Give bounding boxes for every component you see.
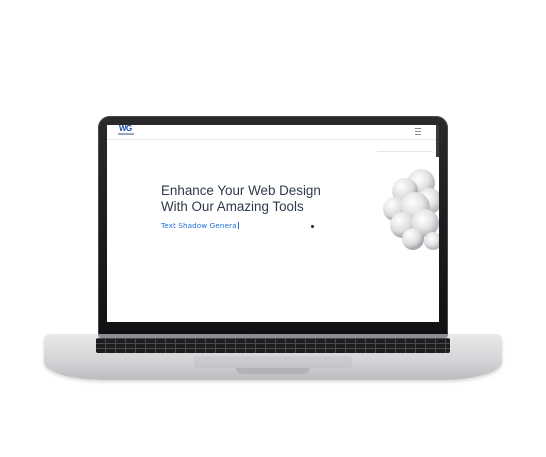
laptop-screen: WG Enhance Your Web Design With Our Amaz…	[107, 125, 439, 322]
hero-heading-line-1: Enhance Your Web Design	[161, 183, 321, 198]
laptop-mockup: WG Enhance Your Web Design With Our Amaz…	[0, 0, 546, 457]
laptop-lip	[236, 368, 310, 374]
site-header: WG	[107, 125, 439, 140]
site-logo[interactable]: WG	[119, 125, 132, 133]
typed-subtitle-text: Text Shadow Genera	[161, 221, 237, 230]
hero-heading: Enhance Your Web Design With Our Amazing…	[161, 183, 361, 215]
keyboard	[96, 338, 450, 353]
trackpad	[194, 356, 352, 368]
hamburger-menu-icon[interactable]	[415, 128, 421, 135]
divider-line	[377, 151, 433, 152]
logo-tagline-mark	[118, 133, 134, 135]
typing-caret	[237, 222, 239, 229]
3d-blob-graphic	[383, 169, 439, 250]
typed-subtitle: Text Shadow Genera	[161, 221, 239, 230]
scrollbar[interactable]	[436, 125, 439, 157]
cursor-dot	[311, 225, 314, 228]
hero-heading-line-2: With Our Amazing Tools	[161, 199, 304, 214]
